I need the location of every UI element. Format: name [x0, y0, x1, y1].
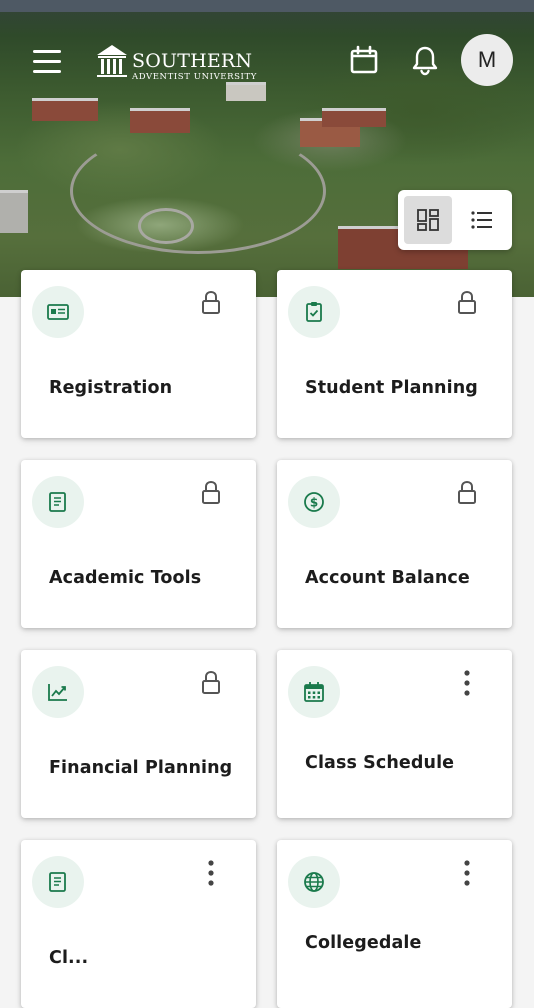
clipboard-check-icon	[288, 286, 340, 338]
tile-collegedale[interactable]: Collegedale	[277, 840, 512, 1008]
logo-columns-icon	[97, 45, 127, 77]
view-toggle	[398, 190, 512, 250]
hamburger-menu-icon[interactable]	[33, 50, 61, 74]
tile-academic-tools[interactable]: Academic Tools	[21, 460, 256, 628]
tile-class-schedule[interactable]: Class Schedule	[277, 650, 512, 818]
tile-account-balance[interactable]: $ Account Balance	[277, 460, 512, 628]
lock-icon	[454, 288, 480, 318]
bell-icon[interactable]	[409, 44, 441, 76]
tile-title: Academic Tools	[49, 568, 202, 588]
more-vert-icon[interactable]	[198, 858, 224, 888]
list-view-icon	[471, 211, 492, 229]
book-icon	[32, 476, 84, 528]
university-logo[interactable]: SOUTHERN ADVENTIST UNIVERSITY	[92, 42, 256, 84]
top-app-bar: SOUTHERN ADVENTIST UNIVERSITY M	[0, 30, 534, 92]
lock-icon	[198, 668, 224, 698]
hero-building	[0, 190, 28, 233]
logo-name: SOUTHERN	[132, 50, 253, 72]
tile-registration[interactable]: Registration	[21, 270, 256, 438]
grid-view-button[interactable]	[404, 196, 452, 244]
user-avatar[interactable]: M	[461, 34, 513, 86]
dollar-circle-icon: $	[288, 476, 340, 528]
tile-title: Registration	[49, 378, 173, 398]
more-vert-icon[interactable]	[454, 668, 480, 698]
calendar-grid-icon	[288, 666, 340, 718]
tile-title: Financial Planning	[49, 758, 233, 778]
tile-title: Account Balance	[305, 568, 470, 588]
svg-text:$: $	[310, 496, 318, 510]
hero-building	[322, 108, 386, 127]
lock-icon	[198, 478, 224, 508]
lock-icon	[198, 288, 224, 318]
tile-title: Cl...	[49, 948, 89, 968]
grid-view-icon	[417, 209, 439, 231]
logo-subtitle: ADVENTIST UNIVERSITY	[132, 72, 257, 82]
hero-road	[70, 128, 326, 254]
tile-title: Collegedale	[305, 933, 422, 953]
book-icon	[32, 856, 84, 908]
tile-title: Student Planning	[305, 378, 478, 398]
calendar-icon[interactable]	[348, 44, 380, 76]
tile-partial-left[interactable]: Cl...	[21, 840, 256, 1008]
trending-up-icon	[32, 666, 84, 718]
tile-title: Class Schedule	[305, 753, 455, 773]
hero-building	[32, 98, 98, 121]
tile-student-planning[interactable]: Student Planning	[277, 270, 512, 438]
id-card-icon	[32, 286, 84, 338]
list-view-button[interactable]	[458, 196, 506, 244]
hero-sky	[0, 0, 534, 12]
globe-icon	[288, 856, 340, 908]
tile-financial-planning[interactable]: Financial Planning	[21, 650, 256, 818]
lock-icon	[454, 478, 480, 508]
more-vert-icon[interactable]	[454, 858, 480, 888]
